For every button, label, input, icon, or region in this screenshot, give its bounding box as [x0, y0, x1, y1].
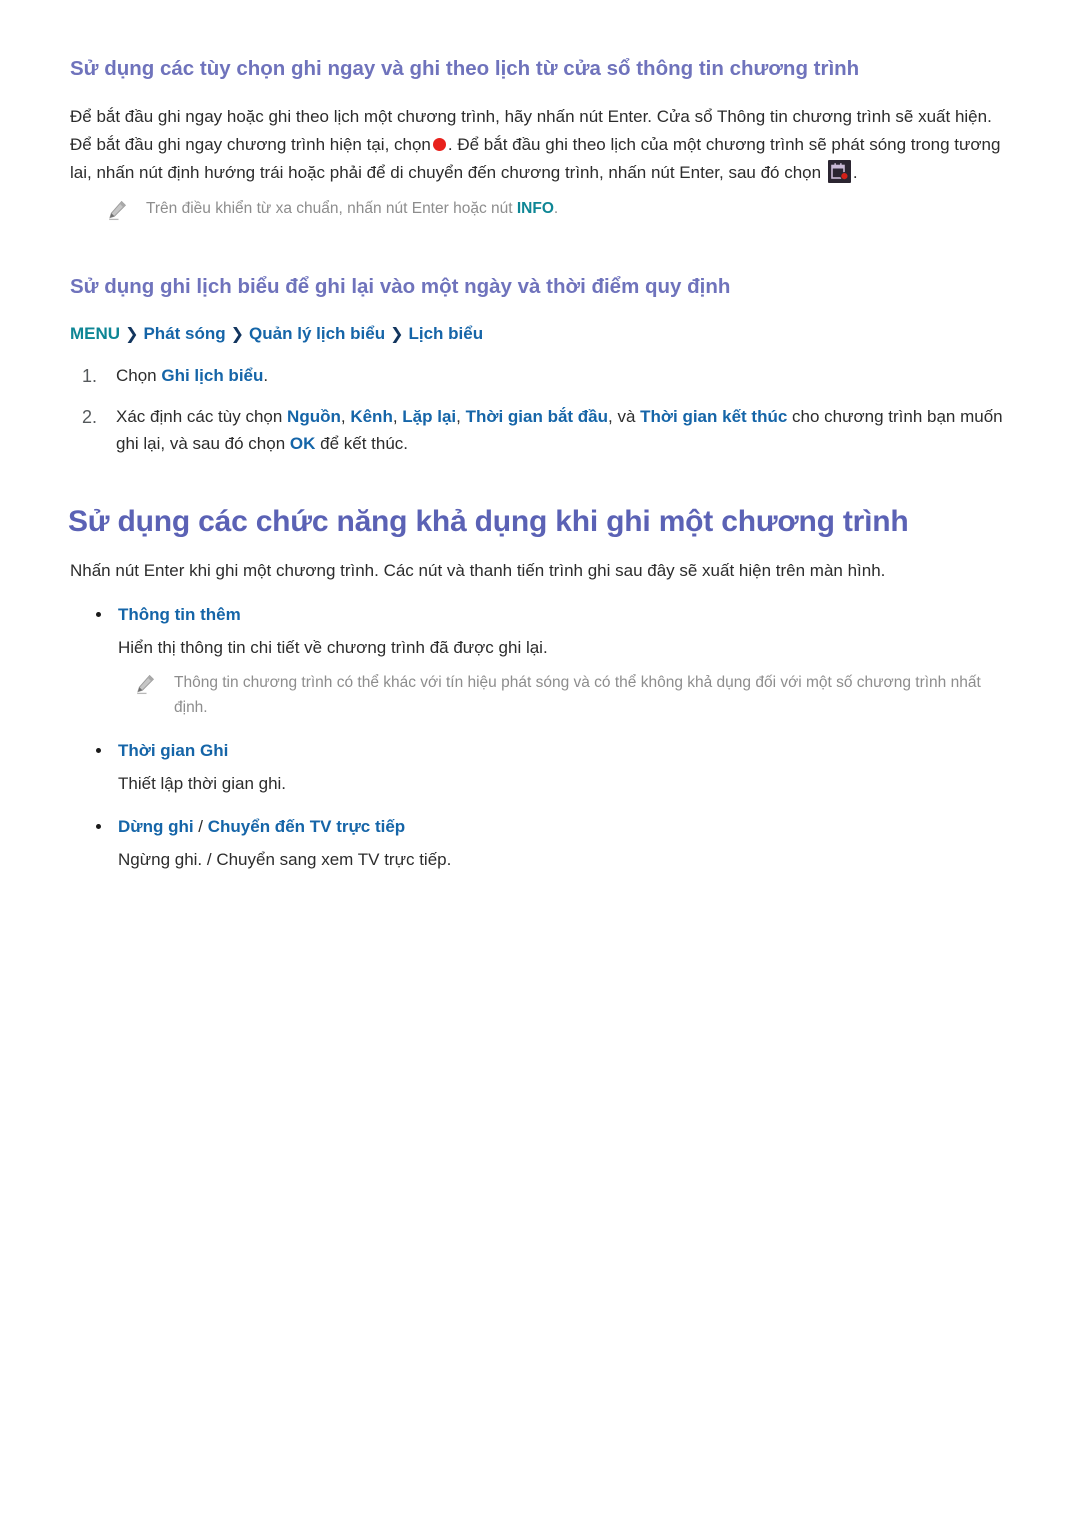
- feature-title-text: Dừng ghi: [118, 817, 194, 837]
- section-3-heading: Sử dụng các chức năng khả dụng khi ghi m…: [68, 505, 909, 539]
- feature-title-separator: /: [193, 817, 208, 837]
- section-1-note-part-1: Trên điều khiển từ xa chuẩn, nhấn nút En…: [146, 199, 517, 217]
- step-number: 2.: [82, 407, 98, 427]
- bullet-dot-icon: [96, 824, 101, 830]
- section-1-paragraph-part-3: .: [852, 162, 858, 182]
- breadcrumb-separator-3: ❯: [390, 326, 404, 344]
- step-keyword-4: Thời gian bắt đầu: [465, 407, 609, 426]
- section-1-heading: Sử dụng các tùy chọn ghi ngay và ghi the…: [70, 57, 860, 80]
- section-1-note-part-2: .: [553, 199, 559, 217]
- breadcrumb-item-lich-bieu[interactable]: Lịch biểu: [408, 324, 483, 343]
- feature-title-text: Thời gian Ghi: [118, 740, 229, 760]
- step-part-5: , và: [608, 407, 641, 426]
- section-1-note-text: Trên điều khiển từ xa chuẩn, nhấn nút En…: [146, 200, 558, 217]
- feature-note-text: Thông tin chương trình có thể khác với t…: [174, 674, 981, 717]
- step-keyword-2: Kênh: [350, 407, 393, 426]
- feature-title-thoi-gian-ghi: Thời gian Ghi: [62, 737, 1018, 764]
- feature-description: Hiển thị thông tin chi tiết về chương tr…: [118, 638, 548, 658]
- breadcrumb-separator-1: ❯: [125, 326, 139, 344]
- feature-description: Ngừng ghi. / Chuyển sang xem TV trực tiế…: [118, 850, 452, 870]
- feature-note: Thông tin chương trình có thể khác với t…: [118, 671, 1018, 721]
- section-2-heading: Sử dụng ghi lịch biểu để ghi lại vào một…: [70, 274, 731, 298]
- list-item: 2. Xác định các tùy chọn Nguồn, Kênh, Lặp…: [62, 403, 1018, 457]
- section-3-intro: Nhấn nút Enter khi ghi một chương trình.…: [70, 560, 886, 580]
- section-1-note: Trên điều khiển từ xa chuẩn, nhấn nút En…: [90, 197, 1018, 222]
- feature-title-dung-ghi: Dừng ghi / Chuyển đến TV trực tiếp: [62, 813, 1018, 840]
- step-keyword-5: Thời gian kết thúc: [640, 407, 788, 426]
- step-part-3: ,: [392, 407, 403, 426]
- bullet-dot-icon: [96, 747, 101, 753]
- step-part-4: ,: [456, 407, 466, 426]
- list-item: Thông tin thêm Hiển thị thông tin chi ti…: [62, 601, 1018, 721]
- breadcrumb-separator-2: ❯: [230, 326, 245, 344]
- breadcrumb-item-phat-song[interactable]: Phát sóng: [143, 324, 225, 343]
- section-1-note-keyword: INFO: [516, 199, 554, 217]
- section-2-step-list: 1. Chọn Ghi lịch biểu. 2. Xác định các tùy…: [62, 362, 1018, 458]
- feature-title-text: Thông tin thêm: [118, 604, 241, 624]
- breadcrumb-item-quan-ly-lich-bieu[interactable]: Quản lý lịch biểu: [249, 324, 385, 343]
- section-3-feature-list: Thông tin thêm Hiển thị thông tin chi ti…: [62, 601, 1018, 874]
- record-dot-icon: [432, 137, 446, 151]
- schedule-recording-icon: [827, 159, 851, 183]
- step-number: 1.: [82, 365, 98, 386]
- step-part-7: để kết thúc.: [315, 434, 409, 454]
- pencil-icon: [134, 673, 156, 695]
- step-keyword-3: Lặp lại: [402, 407, 457, 426]
- list-item: 1. Chọn Ghi lịch biểu.: [62, 362, 1018, 389]
- feature-title-thong-tin-them: Thông tin thêm: [62, 601, 1018, 628]
- bullet-dot-icon: [96, 611, 101, 617]
- breadcrumb-menu[interactable]: MENU: [70, 324, 120, 343]
- list-item: Thời gian Ghi Thiết lập thời gian ghi.: [62, 737, 1018, 797]
- step-part-1: Chọn: [116, 365, 162, 385]
- step-keyword-1: Nguồn: [287, 407, 341, 426]
- feature-title-secondary: Chuyển đến TV trực tiếp: [207, 817, 406, 837]
- manual-page: Sử dụng các tùy chọn ghi ngay và ghi the…: [0, 0, 1080, 1527]
- list-item: Dừng ghi / Chuyển đến TV trực tiếp Ngừng…: [62, 813, 1018, 873]
- breadcrumb: MENU ❯ Phát sóng ❯ Quản lý lịch biểu ❯ Lịch bi…: [70, 320, 1018, 348]
- step-part-2: .: [263, 365, 269, 385]
- step-keyword-1: Ghi lịch biểu: [161, 365, 264, 385]
- step-part-2: ,: [340, 407, 351, 426]
- step-part-1: Xác định các tùy chọn: [116, 407, 288, 426]
- step-keyword-6: OK: [289, 434, 316, 454]
- section-1-paragraph: Để bắt đầu ghi ngay hoặc ghi theo lịch m…: [70, 103, 1018, 187]
- pencil-icon: [106, 199, 128, 221]
- feature-description: Thiết lập thời gian ghi.: [118, 774, 287, 794]
